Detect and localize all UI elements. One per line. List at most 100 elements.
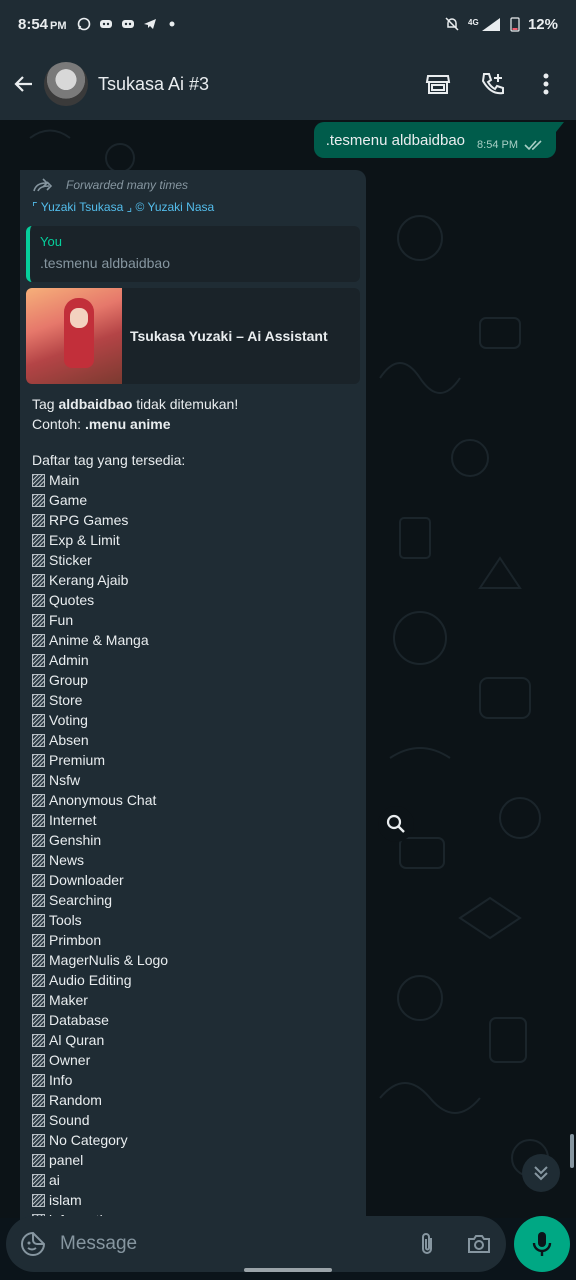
mic-icon xyxy=(532,1232,552,1256)
battery-icon xyxy=(510,17,520,32)
home-indicator[interactable] xyxy=(244,1268,332,1272)
search-icon[interactable] xyxy=(378,806,414,842)
list-bullet-icon xyxy=(32,493,45,507)
tag-list-item: Kerang Ajaib xyxy=(32,570,354,590)
sticker-icon[interactable] xyxy=(18,1229,48,1259)
sender-name[interactable]: ⌜ Yuzaki Tsukasa ⌟ © Yuzaki Nasa xyxy=(26,200,360,220)
tag-list-item: MagerNulis & Logo xyxy=(32,950,354,970)
tag-list-item: Random xyxy=(32,1090,354,1110)
list-bullet-icon xyxy=(32,1193,45,1207)
tag-list-item: Absen xyxy=(32,730,354,750)
list-bullet-icon xyxy=(32,873,45,887)
tag-label: islam xyxy=(49,1192,82,1208)
list-bullet-icon xyxy=(32,773,45,787)
tag-label: Fun xyxy=(49,612,74,628)
tag-list-item: Group xyxy=(32,670,354,690)
list-bullet-icon xyxy=(32,553,45,567)
camera-icon[interactable] xyxy=(464,1229,494,1259)
outgoing-message-text: .tesmenu aldbaidbao xyxy=(325,131,466,149)
tag-label: Main xyxy=(49,472,80,488)
avatar[interactable] xyxy=(44,62,88,106)
tag-list-item: RPG Games xyxy=(32,510,354,530)
message-input[interactable] xyxy=(48,1233,390,1255)
list-bullet-icon xyxy=(32,1113,45,1127)
signal-icon: 4G xyxy=(468,18,500,31)
chat-title[interactable]: Tsukasa Ai #3 xyxy=(98,74,209,95)
incoming-message[interactable]: Forwarded many times ⌜ Yuzaki Tsukasa ⌟ … xyxy=(20,170,366,1230)
list-bullet-icon xyxy=(32,1033,45,1047)
chevron-double-down-icon xyxy=(534,1166,548,1181)
tag-list-item: Genshin xyxy=(32,830,354,850)
list-bullet-icon xyxy=(32,953,45,967)
tag-list-item: Searching xyxy=(32,890,354,910)
outgoing-message[interactable]: .tesmenu aldbaidbao 8:54 PM xyxy=(313,122,565,158)
tag-label: Admin xyxy=(49,652,89,668)
tag-list-item: Maker xyxy=(32,990,354,1010)
tag-list-item: Premium xyxy=(32,750,354,770)
scrollbar[interactable] xyxy=(570,1134,574,1168)
store-icon[interactable] xyxy=(422,68,454,100)
tag-list-item: Admin xyxy=(32,650,354,670)
tag-label: Absen xyxy=(49,732,89,748)
tag-label: Sticker xyxy=(49,552,92,568)
tag-label: Owner xyxy=(49,1052,91,1068)
tag-list-item: Downloader xyxy=(32,870,354,890)
whatsapp-icon xyxy=(77,17,90,31)
tag-label: Anonymous Chat xyxy=(49,792,157,808)
tag-label: Downloader xyxy=(49,872,124,888)
list-bullet-icon xyxy=(32,633,45,647)
tag-list: Main Game RPG Games Exp & Limit Sticker Keran… xyxy=(32,470,354,1230)
forwarded-text: Forwarded many times xyxy=(66,178,189,192)
attach-icon[interactable] xyxy=(412,1229,442,1259)
scroll-to-bottom-button[interactable] xyxy=(522,1154,560,1192)
quoted-message[interactable]: You .tesmenu aldbaidbao xyxy=(26,226,360,282)
tag-list-item: Game xyxy=(32,490,354,510)
double-check-icon xyxy=(524,140,542,151)
discord-icon xyxy=(99,20,112,28)
forward-icon xyxy=(33,178,53,192)
tag-label: Exp & Limit xyxy=(49,532,120,548)
tag-list-item: Fun xyxy=(32,610,354,630)
list-bullet-icon xyxy=(32,973,45,987)
link-thumbnail xyxy=(26,288,122,384)
list-bullet-icon xyxy=(32,753,45,767)
list-bullet-icon xyxy=(32,1153,45,1167)
message-meta: 8:54 PM xyxy=(477,129,544,151)
list-bullet-icon xyxy=(32,913,45,927)
tag-label: Sound xyxy=(49,1112,90,1128)
telegram-icon xyxy=(143,19,156,29)
tag-list-item: Nsfw xyxy=(32,770,354,790)
tag-label: Maker xyxy=(49,992,88,1008)
list-bullet-icon xyxy=(32,513,45,527)
tag-list-item: ai xyxy=(32,1170,354,1190)
message-line-2: Contoh: .menu anime xyxy=(32,416,171,432)
more-vert-icon[interactable] xyxy=(530,68,562,100)
tag-label: Database xyxy=(49,1012,109,1028)
tag-list-item: Voting xyxy=(32,710,354,730)
tag-list-item: Quotes xyxy=(32,590,354,610)
status-bar: 8:54 PM 4G 12% xyxy=(0,0,576,48)
list-bullet-icon xyxy=(32,813,45,827)
tag-list-item: Anime & Manga xyxy=(32,630,354,650)
tag-label: Random xyxy=(49,1092,102,1108)
tag-list-item: Sound xyxy=(32,1110,354,1130)
back-arrow-icon[interactable] xyxy=(4,64,44,104)
tag-label: Kerang Ajaib xyxy=(49,572,129,588)
list-bullet-icon xyxy=(32,993,45,1007)
tag-list-item: Exp & Limit xyxy=(32,530,354,550)
add-call-icon[interactable] xyxy=(476,68,508,100)
list-bullet-icon xyxy=(32,693,45,707)
mic-button[interactable] xyxy=(514,1216,570,1272)
forwarded-label: Forwarded many times xyxy=(26,176,360,200)
list-bullet-icon xyxy=(32,673,45,687)
list-bullet-icon xyxy=(32,1173,45,1187)
tag-list-item: Tools xyxy=(32,910,354,930)
tag-label: Genshin xyxy=(49,832,102,848)
tag-label: Anime & Manga xyxy=(49,632,149,648)
tag-list-item: Anonymous Chat xyxy=(32,790,354,810)
tag-label: Info xyxy=(49,1072,73,1088)
link-preview[interactable]: Tsukasa Yuzaki – Ai Assistant xyxy=(26,288,360,384)
status-time: 8:54 PM xyxy=(18,15,67,33)
list-bullet-icon xyxy=(32,473,45,487)
list-bullet-icon xyxy=(32,833,45,847)
